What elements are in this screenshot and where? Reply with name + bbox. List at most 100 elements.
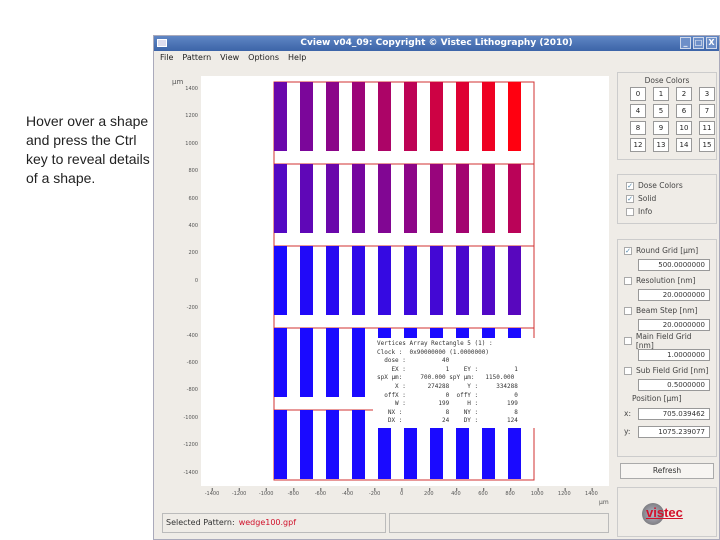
- pattern-shape[interactable]: [326, 246, 339, 315]
- pattern-shape[interactable]: [274, 328, 287, 397]
- dose-color-button-10[interactable]: 10: [676, 121, 692, 135]
- dose-color-button-11[interactable]: 11: [699, 121, 715, 135]
- pattern-shape[interactable]: [352, 164, 365, 233]
- x-tick-label: 1200: [557, 488, 571, 497]
- menu-view[interactable]: View: [220, 51, 239, 65]
- pattern-shape[interactable]: [326, 164, 339, 233]
- pattern-shape[interactable]: [352, 82, 365, 151]
- checkbox-icon: ✓: [624, 246, 632, 255]
- close-button[interactable]: X: [706, 37, 717, 49]
- dose-color-button-1[interactable]: 1: [653, 87, 669, 101]
- main-field-grid-checkbox[interactable]: Main Field Grid [nm]: [624, 331, 710, 350]
- dose-color-button-15[interactable]: 15: [699, 138, 715, 152]
- dose-color-button-14[interactable]: 14: [676, 138, 692, 152]
- pattern-shape[interactable]: [482, 246, 495, 315]
- refresh-button[interactable]: Refresh: [620, 463, 714, 479]
- checkbox-icon: [624, 306, 632, 315]
- pattern-shape[interactable]: [352, 246, 365, 315]
- pattern-shape[interactable]: [300, 82, 313, 151]
- pattern-shape[interactable]: [300, 410, 313, 479]
- x-tick-label: 0: [400, 488, 404, 497]
- sub-field-grid-input[interactable]: 0.5000000: [638, 379, 710, 391]
- dose-colors-checkbox[interactable]: ✓ Dose Colors: [626, 179, 708, 192]
- dose-color-button-0[interactable]: 0: [630, 87, 646, 101]
- window-menu-icon[interactable]: [157, 39, 167, 47]
- pattern-shape[interactable]: [326, 82, 339, 151]
- solid-checkbox[interactable]: ✓ Solid: [626, 192, 708, 205]
- pattern-shape[interactable]: [508, 246, 521, 315]
- resolution-checkbox[interactable]: Resolution [nm]: [624, 274, 710, 287]
- resolution-input[interactable]: 20.0000000: [638, 289, 710, 301]
- pattern-shape[interactable]: [274, 246, 287, 315]
- round-grid-checkbox[interactable]: ✓ Round Grid [µm]: [624, 244, 710, 257]
- maximize-button[interactable]: □: [693, 37, 704, 49]
- info-checkbox[interactable]: Info: [626, 205, 708, 218]
- y-tick-label: 400: [188, 223, 198, 229]
- sub-field-grid-checkbox[interactable]: Sub Field Grid [nm]: [624, 364, 710, 377]
- checkbox-label: Sub Field Grid [nm]: [636, 366, 709, 375]
- y-tick-label: -1200: [183, 442, 198, 449]
- checkbox-label: Main Field Grid [nm]: [635, 331, 692, 350]
- dose-color-button-12[interactable]: 12: [630, 138, 646, 152]
- pattern-shape[interactable]: [274, 164, 287, 233]
- pattern-shape[interactable]: [378, 246, 391, 315]
- dose-color-button-7[interactable]: 7: [699, 104, 715, 118]
- menu-file[interactable]: File: [160, 51, 173, 65]
- pattern-shape[interactable]: [404, 246, 417, 315]
- x-tick-label: 400: [451, 488, 461, 497]
- pattern-shape[interactable]: [326, 328, 339, 397]
- checkbox-label: Solid: [638, 194, 657, 203]
- dose-color-button-3[interactable]: 3: [699, 87, 715, 101]
- pattern-shape[interactable]: [378, 164, 391, 233]
- tooltip-line: offX : 0 offY : 0: [377, 391, 518, 399]
- beam-step-input[interactable]: 20.0000000: [638, 319, 710, 331]
- pattern-shape[interactable]: [300, 164, 313, 233]
- status-secondary: [389, 513, 609, 533]
- y-tick-label: -800: [186, 387, 198, 394]
- pattern-shape[interactable]: [430, 82, 443, 151]
- dose-color-button-8[interactable]: 8: [630, 121, 646, 135]
- pattern-shape[interactable]: [300, 246, 313, 315]
- pattern-shape[interactable]: [378, 82, 391, 151]
- checkbox-label: Info: [638, 207, 653, 216]
- minimize-button[interactable]: _: [680, 37, 691, 49]
- dose-color-button-6[interactable]: 6: [676, 104, 692, 118]
- menu-bar: File Pattern View Options Help: [154, 51, 719, 65]
- dose-color-button-2[interactable]: 2: [676, 87, 692, 101]
- round-grid-input[interactable]: 500.0000000: [638, 259, 710, 271]
- pattern-shape[interactable]: [482, 82, 495, 151]
- dose-color-button-4[interactable]: 4: [630, 104, 646, 118]
- pattern-shape[interactable]: [274, 410, 287, 479]
- pattern-shape[interactable]: [456, 246, 469, 315]
- pattern-canvas[interactable]: Vertices Array Rectangle 5 (1) : Clock : …: [201, 76, 609, 486]
- main-field-grid-input[interactable]: 1.0000000: [638, 349, 710, 361]
- y-tick-label: 800: [188, 168, 198, 175]
- pattern-shape[interactable]: [352, 410, 365, 479]
- position-y-input[interactable]: 1075.239077: [638, 425, 710, 438]
- y-tick-label: 200: [188, 250, 198, 257]
- pattern-shape[interactable]: [404, 164, 417, 233]
- y-tick-label: 1200: [185, 113, 198, 120]
- pattern-shape[interactable]: [300, 328, 313, 397]
- menu-options[interactable]: Options: [248, 51, 279, 65]
- pattern-shape[interactable]: [326, 410, 339, 479]
- menu-pattern[interactable]: Pattern: [182, 51, 211, 65]
- dose-color-button-9[interactable]: 9: [653, 121, 669, 135]
- pattern-shape[interactable]: [508, 82, 521, 151]
- pattern-shape[interactable]: [430, 246, 443, 315]
- position-x-input[interactable]: 705.039462: [638, 407, 710, 420]
- dose-color-button-13[interactable]: 13: [653, 138, 669, 152]
- dose-color-button-5[interactable]: 5: [653, 104, 669, 118]
- pattern-shape[interactable]: [482, 164, 495, 233]
- logo-text: vistec: [646, 505, 683, 520]
- pattern-shape[interactable]: [404, 82, 417, 151]
- pattern-shape[interactable]: [274, 82, 287, 151]
- menu-help[interactable]: Help: [288, 51, 306, 65]
- pattern-shape[interactable]: [456, 164, 469, 233]
- beam-step-checkbox[interactable]: Beam Step [nm]: [624, 304, 710, 317]
- pattern-shape[interactable]: [508, 164, 521, 233]
- pattern-shape[interactable]: [456, 82, 469, 151]
- pattern-shape[interactable]: [352, 328, 365, 397]
- pattern-shape[interactable]: [430, 164, 443, 233]
- position-label: Position [µm]: [632, 394, 682, 403]
